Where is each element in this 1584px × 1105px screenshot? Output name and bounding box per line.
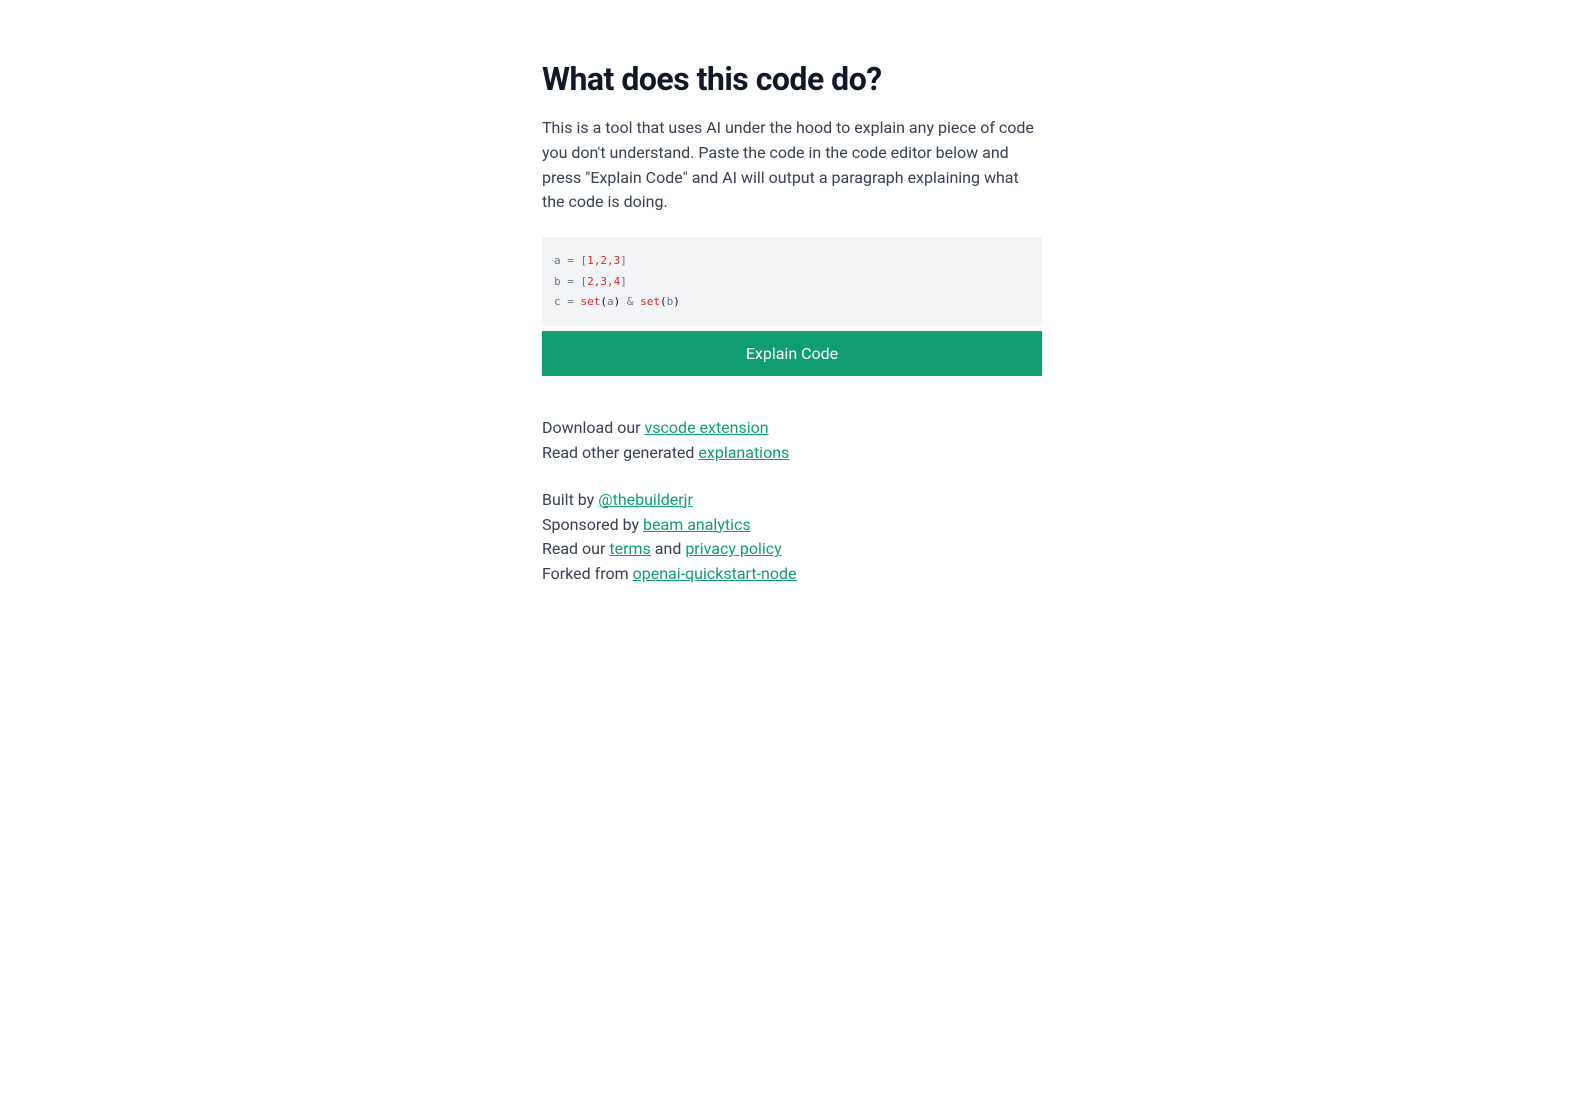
explanations-line: Read other generated explanations xyxy=(542,441,1042,466)
credits-block: Built by @thebuilderjr Sponsored by beam… xyxy=(542,488,1042,587)
forked-line: Forked from openai-quickstart-node xyxy=(542,562,1042,587)
privacy-link[interactable]: privacy policy xyxy=(685,539,781,558)
explain-code-button[interactable]: Explain Code xyxy=(542,331,1042,376)
sponsored-by-line: Sponsored by beam analytics xyxy=(542,513,1042,538)
main-container: What does this code do? This is a tool t… xyxy=(542,0,1042,587)
vscode-extension-link[interactable]: vscode extension xyxy=(645,418,769,437)
description-text: This is a tool that uses AI under the ho… xyxy=(542,116,1042,215)
page-title: What does this code do? xyxy=(542,60,1042,98)
built-by-line: Built by @thebuilderjr xyxy=(542,488,1042,513)
forked-from-link[interactable]: openai-quickstart-node xyxy=(633,564,797,583)
code-editor[interactable]: a = [1,2,3] b = [2,3,4] c = set(a) & set… xyxy=(542,237,1042,326)
terms-link[interactable]: terms xyxy=(609,539,650,558)
builder-link[interactable]: @thebuilderjr xyxy=(598,490,693,509)
terms-line: Read our terms and privacy policy xyxy=(542,537,1042,562)
sponsor-link[interactable]: beam analytics xyxy=(643,515,751,534)
resources-block: Download our vscode extension Read other… xyxy=(542,416,1042,466)
download-line: Download our vscode extension xyxy=(542,416,1042,441)
explanations-link[interactable]: explanations xyxy=(698,443,789,462)
